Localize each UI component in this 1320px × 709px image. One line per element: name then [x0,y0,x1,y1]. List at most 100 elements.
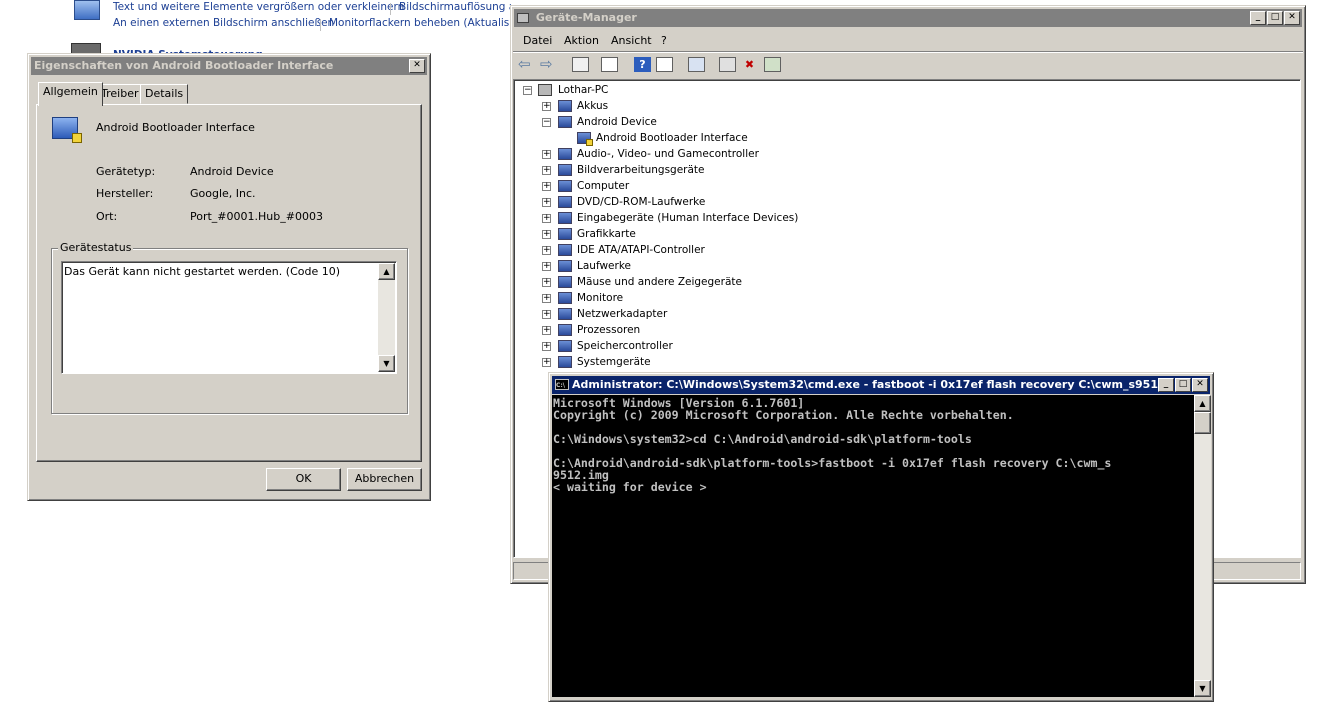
android-device-icon [558,116,572,128]
ide-controller-icon [558,244,572,256]
tree-expander[interactable]: + [542,342,551,351]
link-external-display[interactable]: An einen externen Bildschirm anschließen [113,17,334,29]
cmd-line: C:\Windows\system32>cd C:\Android\androi… [553,432,972,446]
maximize-button[interactable]: □ [1267,11,1283,25]
close-icon: ✕ [413,60,421,70]
update-driver-icon[interactable] [719,57,736,72]
tree-expander[interactable]: + [542,278,551,287]
close-button[interactable]: ✕ [409,59,425,73]
tab-details[interactable]: Details [140,84,189,104]
tree-category-item[interactable]: IDE ATA/ATAPI-Controller [577,242,705,258]
cmd-scrollbar[interactable]: ▲ ▼ [1194,395,1211,697]
cmd-titlebar[interactable]: C:\ Administrator: C:\Windows\System32\c… [552,376,1210,394]
cmd-line: Copyright (c) 2009 Microsoft Corporation… [553,408,1014,422]
tree-category-item[interactable]: Audio-, Video- und Gamecontroller [577,146,759,162]
cmd-window: C:\ Administrator: C:\Windows\System32\c… [548,372,1214,702]
forward-arrow-icon[interactable]: ⇨ [540,57,557,72]
tree-expander[interactable]: + [542,310,551,319]
storage-controller-icon [558,340,572,352]
close-button[interactable]: ✕ [1284,11,1300,25]
tree-expander[interactable]: − [542,118,551,127]
scroll-up-button[interactable]: ▲ [1194,395,1211,412]
tree-category-item[interactable]: Laufwerke [577,258,631,274]
computer-root-icon [538,84,552,96]
cmd-console[interactable]: Microsoft Windows [Version 6.1.7601] Copy… [552,395,1194,697]
menu-ansicht[interactable]: Ansicht [611,34,652,47]
field-value-manufacturer: Google, Inc. [190,187,256,200]
status-group-label: Gerätestatus [58,241,134,254]
tree-category-item[interactable]: Akkus [577,98,608,114]
cancel-button[interactable]: Abbrechen [347,468,422,491]
tree-expander[interactable]: + [542,102,551,111]
close-button[interactable]: ✕ [1192,378,1208,392]
tree-expander[interactable]: + [542,246,551,255]
tree-category-item[interactable]: Grafikkarte [577,226,636,242]
tree-expander[interactable]: + [542,230,551,239]
tree-expander[interactable]: + [542,182,551,191]
tree-category-item[interactable]: Speichercontroller [577,338,673,354]
device-manager-titlebar[interactable]: Geräte-Manager _ □ ✕ [514,9,1302,27]
minimize-button[interactable]: _ [1158,378,1174,392]
tab-allgemein[interactable]: Allgemein [38,82,103,106]
help-icon[interactable]: ? [634,57,651,72]
tree-category-item[interactable]: Systemgeräte [577,354,651,370]
link-monitor-flicker[interactable]: Monitorflackern beheben (Aktualisieru [329,17,511,29]
cmd-line: C:\Android\android-sdk\platform-tools>fa… [553,456,1112,470]
uninstall-icon[interactable]: ✖ [741,57,758,72]
tree-expander[interactable]: + [542,198,551,207]
warning-badge [586,139,593,146]
tree-root-label[interactable]: Lothar-PC [558,82,608,98]
scroll-up-button[interactable]: ▲ [378,263,395,280]
scroll-down-button[interactable]: ▼ [378,355,395,372]
disk-drive-icon [558,260,572,272]
tree-category-item[interactable]: Prozessoren [577,322,640,338]
link-resize-text[interactable]: Text und weitere Elemente vergrößern ode… [113,1,404,13]
tab-treiber[interactable]: Treiber [96,84,144,104]
field-value-location: Port_#0001.Hub_#0003 [190,210,323,223]
tree-collapse-root[interactable]: − [523,86,532,95]
back-arrow-icon[interactable]: ⇦ [518,57,535,72]
tree-expander[interactable]: + [542,358,551,367]
menu-help[interactable]: ? [661,34,667,47]
device-name: Android Bootloader Interface [96,121,255,134]
tree-category-item[interactable]: DVD/CD-ROM-Laufwerke [577,194,705,210]
menu-datei[interactable]: Datei [523,34,552,47]
tree-category-item[interactable]: Eingabegeräte (Human Interface Devices) [577,210,798,226]
status-textbox[interactable]: Das Gerät kann nicht gestartet werden. (… [61,261,397,374]
scroll-thumb[interactable] [1194,412,1211,434]
system-devices-icon [558,356,572,368]
tree-expander[interactable]: + [542,166,551,175]
status-scrollbar[interactable]: ▲ ▼ [378,263,395,372]
display-adapter-icon [558,228,572,240]
tree-category-item[interactable]: Computer [577,178,629,194]
tree-expander[interactable]: + [542,262,551,271]
tree-category-item[interactable]: Monitore [577,290,623,306]
tree-child-item[interactable]: Android Bootloader Interface [596,130,748,146]
minimize-button[interactable]: _ [1250,11,1266,25]
device-manager-app-icon [517,13,529,23]
enable-device-icon[interactable] [764,57,781,72]
maximize-button[interactable]: □ [1175,378,1191,392]
properties-titlebar[interactable]: Eigenschaften von Android Bootloader Int… [31,57,427,75]
tree-category-item[interactable]: Netzwerkadapter [577,306,667,322]
link-resolution[interactable]: Bildschirmauflösung anp [399,1,511,13]
tree-expander[interactable]: + [542,214,551,223]
tree-expander[interactable]: + [542,294,551,303]
tree-category-item[interactable]: Bildverarbeitungsgeräte [577,162,705,178]
scan-hardware-icon[interactable] [688,57,705,72]
field-label-type: Gerätetyp: [96,165,156,178]
menu-aktion[interactable]: Aktion [564,34,599,47]
view-icon[interactable] [572,57,589,72]
ok-button[interactable]: OK [266,468,341,491]
properties-icon[interactable] [601,57,618,72]
tree-expander[interactable]: + [542,326,551,335]
scroll-down-button[interactable]: ▼ [1194,680,1211,697]
toolbar-divider [513,51,1303,52]
battery-icon [558,100,572,112]
tree-category-item[interactable]: Mäuse und andere Zeigegeräte [577,274,742,290]
list-icon[interactable] [656,57,673,72]
device-manager-title: Geräte-Manager [535,11,637,24]
tree-expander[interactable]: + [542,150,551,159]
computer-icon [558,180,572,192]
tree-category-item[interactable]: Android Device [577,114,657,130]
